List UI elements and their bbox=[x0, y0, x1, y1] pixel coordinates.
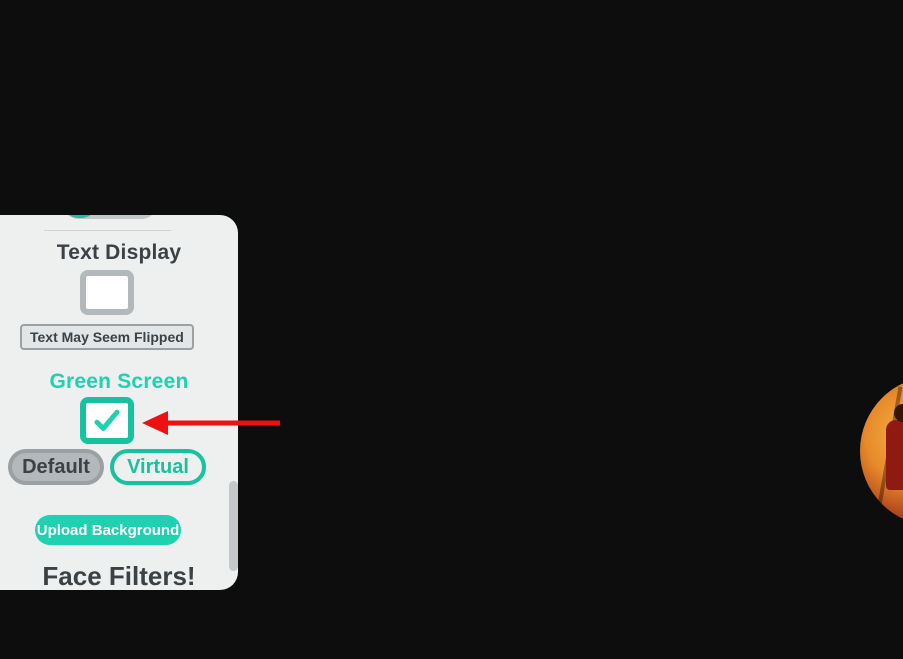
partial-toggle[interactable] bbox=[64, 215, 156, 219]
settings-panel-inner: Text Display Text May Seem Flipped Green… bbox=[0, 215, 238, 590]
settings-panel: Text Display Text May Seem Flipped Green… bbox=[0, 215, 238, 590]
check-icon bbox=[92, 406, 122, 436]
panel-scrollbar[interactable] bbox=[229, 481, 238, 571]
text-flipped-note: Text May Seem Flipped bbox=[20, 324, 194, 350]
green-screen-title: Green Screen bbox=[0, 370, 238, 394]
text-display-title: Text Display bbox=[0, 241, 238, 265]
face-filters-title: Face Filters! bbox=[0, 561, 238, 590]
avatar[interactable] bbox=[860, 376, 903, 526]
text-display-checkbox[interactable] bbox=[80, 270, 134, 315]
avatar-figure bbox=[886, 420, 903, 490]
green-screen-checkbox[interactable] bbox=[80, 397, 134, 444]
section-divider bbox=[44, 230, 171, 231]
mode-default-button[interactable]: Default bbox=[8, 449, 104, 485]
upload-background-button[interactable]: Upload Background bbox=[35, 515, 181, 545]
mode-virtual-button[interactable]: Virtual bbox=[110, 449, 206, 485]
